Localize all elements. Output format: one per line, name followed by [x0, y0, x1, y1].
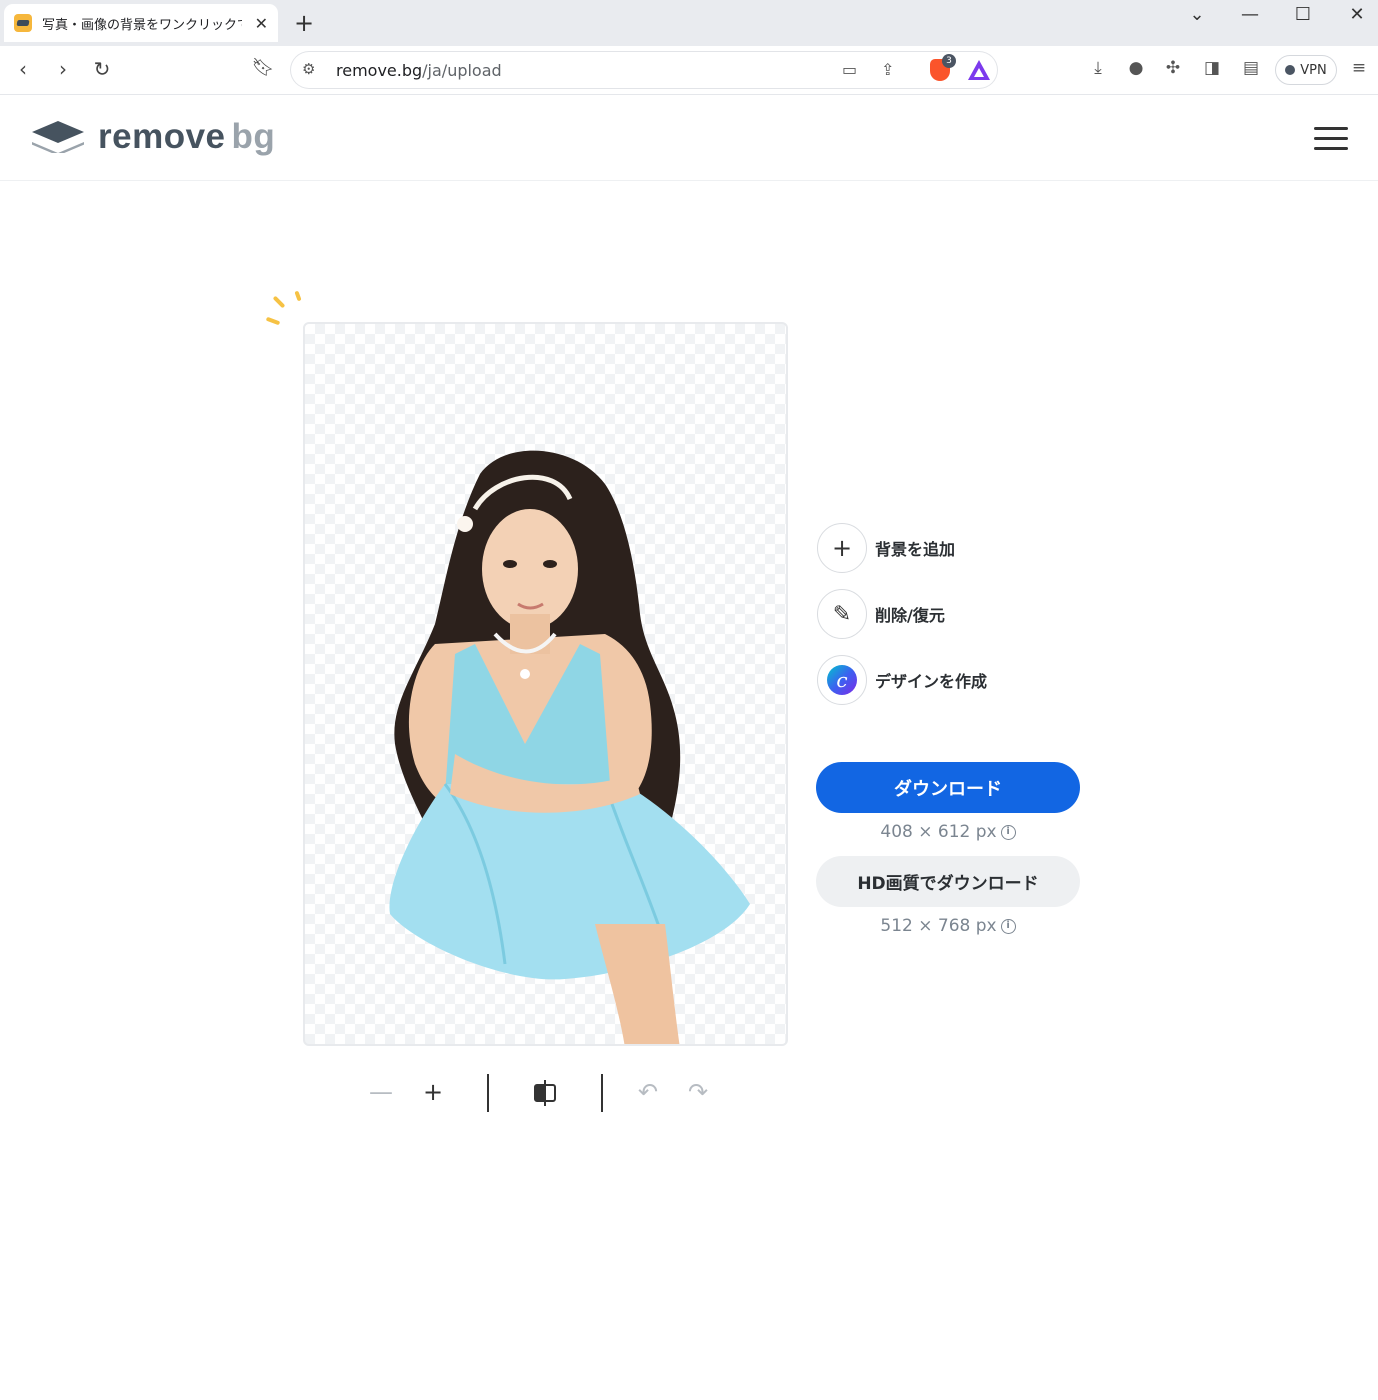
download-icon[interactable]: ⤓	[1086, 58, 1110, 78]
bookmark-icon[interactable]: 🔖︎	[250, 57, 276, 78]
compare-before-after-icon[interactable]	[534, 1080, 556, 1106]
image-preview[interactable]	[303, 322, 788, 1046]
removebg-logo-icon	[32, 117, 84, 157]
brave-shields-count-badge: 3	[942, 54, 956, 68]
create-design-label: デザインを作成	[875, 672, 988, 691]
sparkle-decoration	[294, 290, 302, 302]
site-settings-icon[interactable]: ⚙	[302, 60, 315, 78]
cast-icon[interactable]: ▭	[842, 60, 857, 79]
vpn-status-icon	[1285, 65, 1296, 75]
removebg-favicon-icon	[14, 14, 32, 32]
sparkle-decoration	[272, 295, 286, 309]
toolbar-divider	[601, 1074, 603, 1112]
erase-restore-label: 削除/復元	[875, 606, 945, 625]
add-background-action[interactable]: + 背景を追加	[817, 523, 955, 573]
erase-restore-action[interactable]: ✎ 削除/復元	[817, 589, 945, 639]
share-icon[interactable]: ⇪	[881, 60, 894, 79]
hd-download-resolution: 512 × 768 px i	[816, 916, 1080, 936]
sidebar-toggle-icon[interactable]: ◨	[1200, 58, 1224, 78]
address-bar[interactable]: ⚙ remove.bg/ja/upload ▭ ⇪ 3	[290, 51, 998, 89]
add-background-label: 背景を追加	[875, 540, 956, 559]
cursor-extension-icon[interactable]: ●	[1124, 58, 1148, 78]
plus-icon[interactable]: +	[817, 523, 867, 573]
zoom-in-icon[interactable]: +	[418, 1078, 448, 1106]
wallet-icon[interactable]: ▤	[1239, 58, 1263, 78]
create-design-action[interactable]: c デザインを作成	[817, 655, 987, 705]
reload-icon[interactable]: ↻	[89, 57, 115, 81]
logo-wordmark: remove bg	[98, 117, 276, 156]
site-header: remove bg	[0, 95, 1378, 181]
new-tab-button[interactable]: +	[294, 9, 314, 37]
brave-rewards-icon[interactable]	[968, 60, 990, 80]
hamburger-menu-icon[interactable]	[1314, 127, 1348, 150]
undo-icon[interactable]: ↶	[633, 1078, 663, 1106]
browser-tab[interactable]: 写真・画像の背景をワンクリックで消 ✕	[4, 4, 278, 42]
toolbar-divider	[487, 1074, 489, 1112]
tab-title: 写真・画像の背景をワンクリックで消	[42, 17, 242, 33]
zoom-out-icon[interactable]: —	[366, 1078, 396, 1106]
download-button[interactable]: ダウンロード	[816, 762, 1080, 813]
info-icon[interactable]: i	[1000, 918, 1016, 934]
maximize-button[interactable]: ☐	[1288, 4, 1318, 25]
tab-search-dropdown-icon[interactable]: ⌄	[1182, 4, 1212, 25]
vpn-label: VPN	[1300, 62, 1327, 78]
cutout-subject-image	[389, 450, 750, 1044]
tab-close-icon[interactable]: ✕	[255, 14, 268, 33]
magic-brush-icon[interactable]: ✎	[817, 589, 867, 639]
sparkle-decoration	[265, 316, 281, 326]
vpn-button[interactable]: VPN	[1275, 55, 1337, 85]
close-window-button[interactable]: ✕	[1342, 4, 1372, 25]
back-arrow-icon[interactable]: ‹	[10, 57, 36, 81]
hd-download-button[interactable]: HD画質でダウンロード	[816, 856, 1080, 907]
browser-menu-icon[interactable]: ≡	[1347, 58, 1371, 78]
removebg-logo[interactable]: remove bg	[32, 117, 275, 157]
browser-toolbar: ‹ › ↻ 🔖︎ ⚙ remove.bg/ja/upload ▭ ⇪ 3 ⤓ ●…	[0, 46, 1378, 95]
canva-icon: c	[827, 665, 857, 695]
info-icon[interactable]: i	[1000, 824, 1016, 840]
browser-tab-strip: 写真・画像の背景をワンクリックで消 ✕ + ⌄ — ☐ ✕	[0, 0, 1378, 46]
forward-arrow-icon[interactable]: ›	[50, 57, 76, 81]
redo-icon[interactable]: ↷	[683, 1078, 713, 1106]
minimize-button[interactable]: —	[1235, 4, 1265, 25]
extensions-puzzle-icon[interactable]: ✣	[1161, 58, 1185, 78]
download-resolution: 408 × 612 px i	[816, 822, 1080, 842]
canva-icon-button[interactable]: c	[817, 655, 867, 705]
url-text[interactable]: remove.bg/ja/upload	[336, 61, 502, 80]
